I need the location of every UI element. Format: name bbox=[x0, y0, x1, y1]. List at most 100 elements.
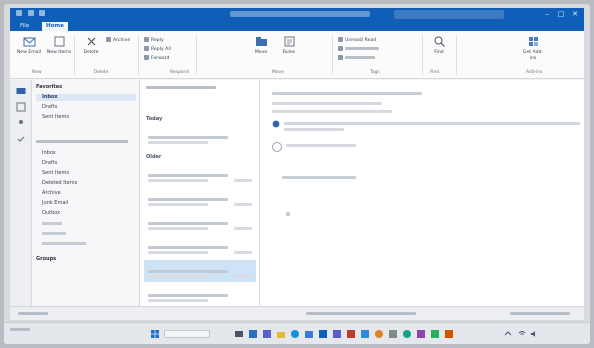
app-icon[interactable] bbox=[430, 329, 440, 339]
task-view-icon[interactable] bbox=[234, 329, 244, 339]
edge-icon[interactable] bbox=[290, 329, 300, 339]
account-folder[interactable] bbox=[42, 232, 66, 235]
redo-icon[interactable] bbox=[39, 10, 46, 16]
reply-button[interactable]: Reply bbox=[144, 37, 164, 44]
account-folder[interactable] bbox=[42, 242, 86, 245]
account-folder[interactable] bbox=[42, 222, 62, 225]
account-folder-deleted-items[interactable]: Deleted Items bbox=[42, 180, 77, 187]
account-folder-outbox[interactable]: Outbox bbox=[42, 210, 60, 217]
ribbon-separator bbox=[196, 35, 197, 75]
app-icon[interactable] bbox=[346, 329, 356, 339]
reply-all-icon bbox=[144, 46, 149, 51]
move-button[interactable]: Move bbox=[248, 35, 274, 56]
status-item-count bbox=[18, 312, 48, 315]
status-sync bbox=[306, 312, 416, 315]
people-icon[interactable] bbox=[16, 118, 26, 128]
taskbar-search-input[interactable] bbox=[164, 330, 210, 338]
rules-icon bbox=[284, 36, 294, 47]
groups-header[interactable]: Groups bbox=[36, 256, 56, 263]
status-bar bbox=[10, 306, 584, 320]
forward-button[interactable]: Forward bbox=[144, 55, 169, 62]
account-folder-sent-items[interactable]: Sent Items bbox=[42, 170, 69, 177]
ribbon-separator bbox=[74, 35, 75, 75]
get-addins-button[interactable]: Get Add-ins bbox=[520, 35, 546, 61]
teams-icon[interactable] bbox=[332, 329, 342, 339]
message-item[interactable] bbox=[144, 164, 256, 186]
unread-read-button[interactable]: Unread/ Read bbox=[338, 37, 376, 44]
app-icon[interactable] bbox=[444, 329, 454, 339]
message-item[interactable] bbox=[144, 236, 256, 258]
message-item[interactable] bbox=[144, 126, 256, 148]
delete-icon bbox=[87, 37, 95, 46]
undo-icon[interactable] bbox=[27, 10, 34, 16]
ribbon-separator bbox=[138, 35, 139, 75]
ribbon-tabs: File Home bbox=[10, 21, 584, 31]
forward-icon bbox=[144, 55, 149, 60]
categorize-button[interactable] bbox=[338, 46, 379, 53]
app-bar bbox=[10, 80, 32, 306]
archive-button[interactable]: Archive bbox=[106, 37, 130, 44]
ribbon: New Email New Items New Delete Archive D… bbox=[10, 31, 584, 79]
filter-bar[interactable] bbox=[146, 86, 254, 93]
message-item[interactable] bbox=[144, 284, 256, 306]
folder-inbox[interactable]: Inbox bbox=[36, 94, 136, 101]
minimize-icon[interactable]: – bbox=[542, 10, 552, 19]
delete-button[interactable]: Delete bbox=[78, 35, 104, 56]
tab-home[interactable]: Home bbox=[42, 22, 68, 31]
info-bar-line2 bbox=[284, 128, 344, 131]
mail-icon[interactable] bbox=[16, 86, 26, 96]
weather-widget[interactable] bbox=[10, 328, 30, 331]
store-icon[interactable] bbox=[304, 329, 314, 339]
rules-button[interactable]: Rules bbox=[276, 35, 302, 56]
app-icon[interactable] bbox=[374, 329, 384, 339]
file-explorer-icon[interactable] bbox=[276, 329, 286, 339]
account-header[interactable] bbox=[36, 138, 132, 143]
maximize-icon[interactable]: □ bbox=[556, 10, 566, 19]
outlook-window: – □ ✕ File Home New Email New Items New … bbox=[10, 8, 584, 320]
message-item-selected[interactable] bbox=[144, 260, 256, 282]
find-button[interactable]: Find bbox=[426, 35, 452, 56]
message-list: Today Older bbox=[140, 80, 260, 306]
group-label-find: Find bbox=[430, 70, 439, 75]
message-item[interactable] bbox=[144, 188, 256, 210]
account-folder-inbox[interactable]: Inbox bbox=[42, 150, 56, 157]
avatar bbox=[272, 142, 282, 152]
reply-all-button[interactable]: Reply All bbox=[144, 46, 171, 53]
volume-icon[interactable] bbox=[530, 330, 538, 338]
favorites-header[interactable]: Favorites bbox=[36, 84, 62, 91]
chat-icon[interactable] bbox=[262, 329, 272, 339]
folder-sent-items[interactable]: Sent Items bbox=[42, 114, 69, 121]
tasks-icon[interactable] bbox=[16, 134, 26, 144]
search-input[interactable] bbox=[394, 10, 504, 19]
message-sender bbox=[272, 102, 382, 105]
account-folder-archive[interactable]: Archive bbox=[42, 190, 61, 197]
account-folder-drafts[interactable]: Drafts bbox=[42, 160, 57, 167]
app-icon[interactable] bbox=[402, 329, 412, 339]
message-body-mark bbox=[286, 212, 290, 216]
window-title bbox=[230, 11, 370, 17]
app-icon[interactable] bbox=[360, 329, 370, 339]
reading-pane bbox=[260, 80, 584, 306]
new-items-button[interactable]: New Items bbox=[46, 35, 72, 56]
wifi-icon[interactable] bbox=[518, 330, 526, 338]
message-recipient bbox=[272, 110, 392, 113]
flag-button[interactable] bbox=[338, 55, 375, 62]
app-icon[interactable] bbox=[388, 329, 398, 339]
account-folder-junk-email[interactable]: Junk Email bbox=[42, 200, 68, 207]
new-email-button[interactable]: New Email bbox=[16, 35, 42, 56]
ribbon-separator bbox=[456, 35, 457, 75]
start-icon[interactable] bbox=[150, 329, 160, 339]
chevron-up-icon[interactable] bbox=[504, 330, 512, 338]
zoom-slider[interactable] bbox=[510, 312, 570, 315]
app-icon[interactable] bbox=[416, 329, 426, 339]
folder-drafts[interactable]: Drafts bbox=[42, 104, 57, 111]
message-item[interactable] bbox=[144, 212, 256, 234]
calendar-icon[interactable] bbox=[16, 102, 26, 112]
ribbon-separator bbox=[332, 35, 333, 75]
tab-file[interactable]: File bbox=[16, 22, 33, 31]
close-icon[interactable]: ✕ bbox=[570, 10, 580, 19]
widgets-icon[interactable] bbox=[248, 329, 258, 339]
outlook-icon[interactable] bbox=[318, 329, 328, 339]
info-icon bbox=[272, 120, 280, 128]
save-icon[interactable] bbox=[16, 10, 22, 16]
